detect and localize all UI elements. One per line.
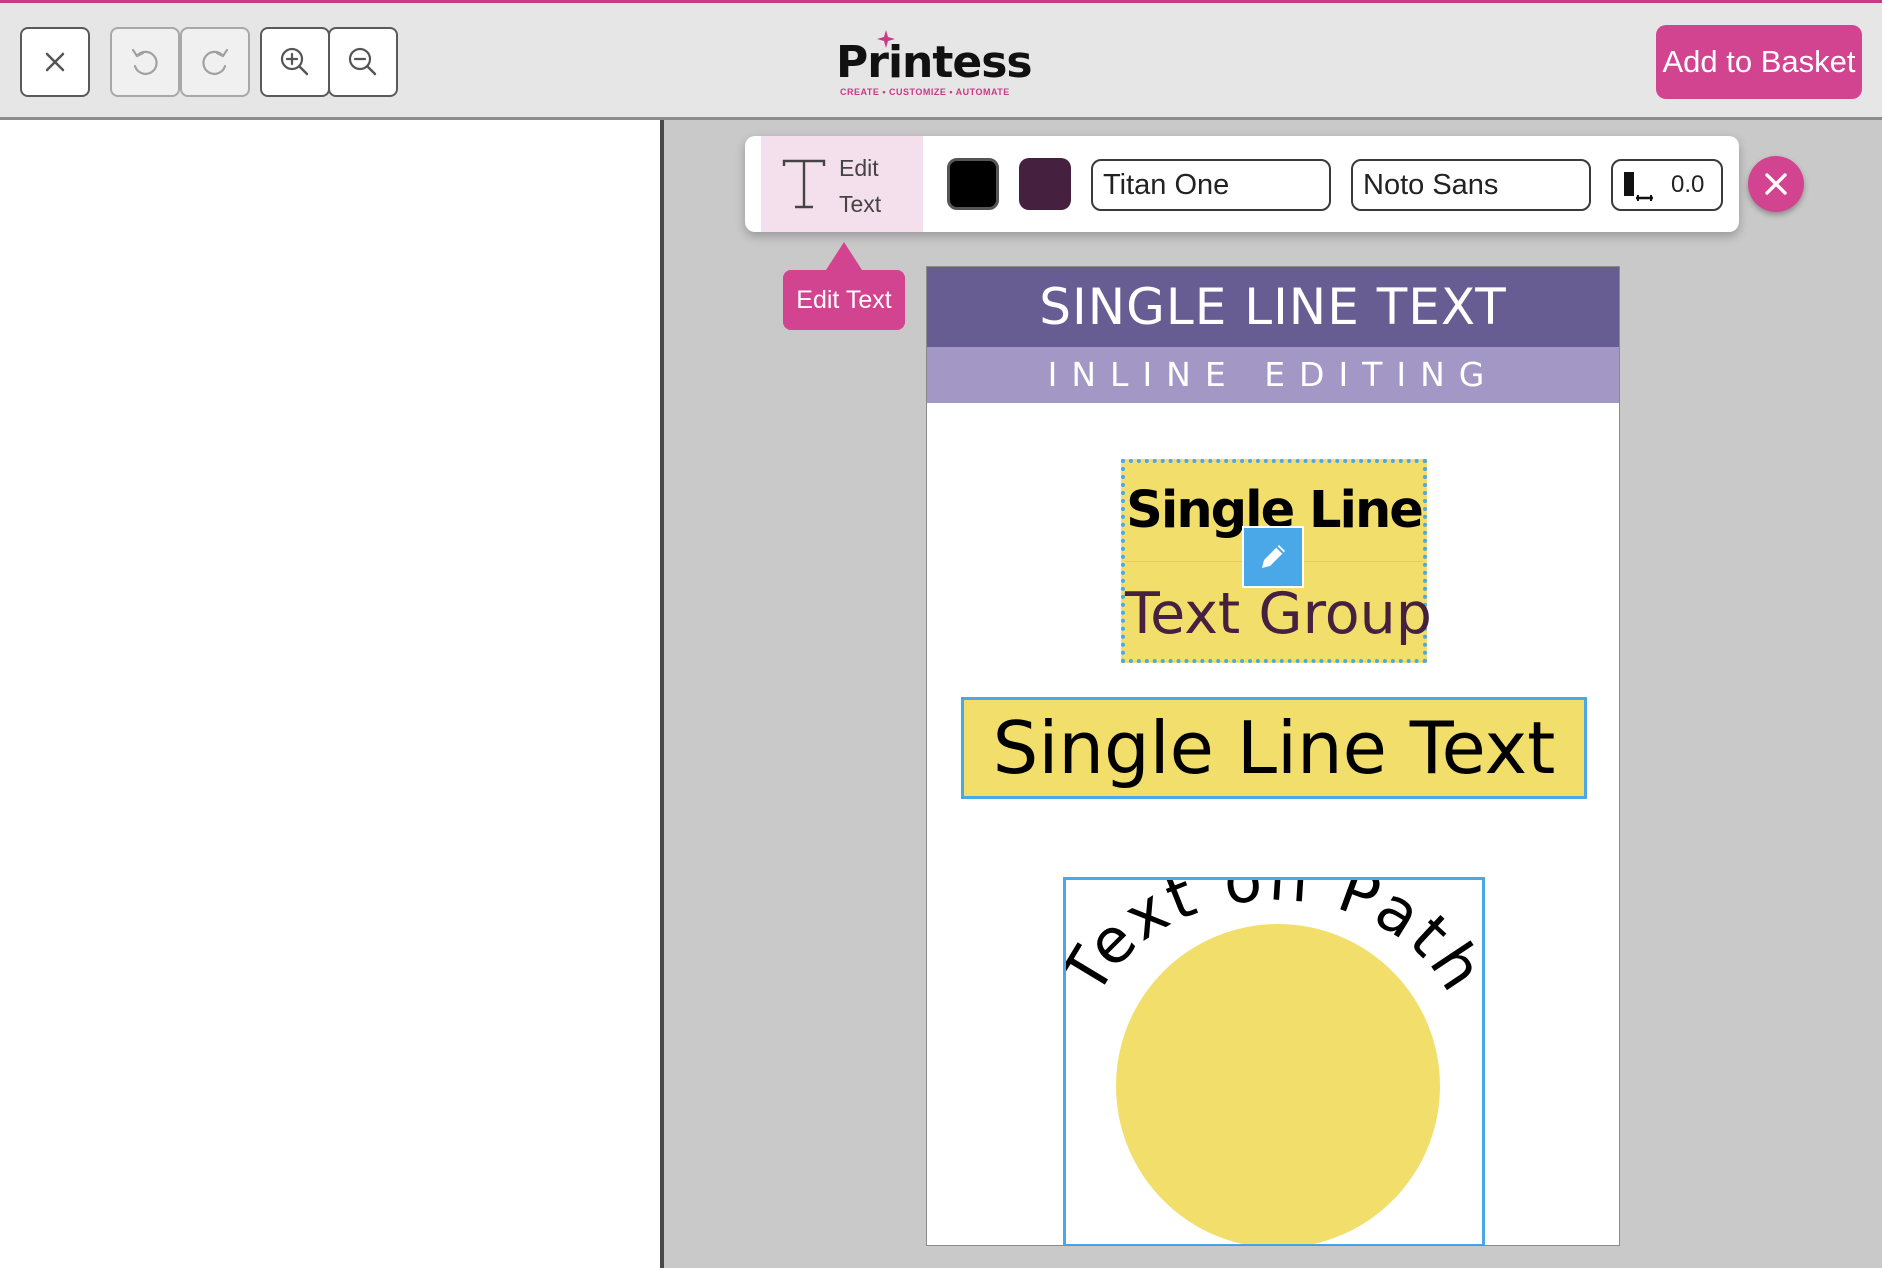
close-circle-icon: [1765, 173, 1787, 195]
pencil-icon: [1262, 545, 1285, 568]
edit-text-label-line1: Edit: [839, 155, 879, 181]
inline-edit-pencil-button[interactable]: [1242, 526, 1304, 588]
zoom-in-icon: [280, 47, 309, 76]
close-editor-button[interactable]: [20, 27, 90, 97]
top-toolbar: Printess CREATE • CUSTOMIZE • AUTOMATE A…: [0, 0, 1882, 120]
edit-text-tooltip: Edit Text: [783, 270, 905, 330]
undo-button[interactable]: [110, 27, 180, 97]
line-spacing-field[interactable]: 0.0: [1611, 159, 1723, 211]
text-toolbar: Edit Text Titan One Noto Sans 0.0: [745, 136, 1739, 232]
line-spacing-value: 0.0: [1671, 171, 1705, 198]
zoom-out-button[interactable]: [328, 27, 398, 97]
tooltip-arrow: [826, 242, 862, 270]
page-header[interactable]: SINGLE LINE TEXT: [927, 267, 1619, 347]
zoom-out-icon: [348, 47, 377, 76]
close-toolbar-button[interactable]: [1748, 156, 1804, 212]
line-spacing-icon: [1624, 172, 1653, 201]
text-on-path-graphic: Text on Path: [1066, 880, 1482, 1244]
redo-icon: [202, 48, 229, 75]
page-subheader[interactable]: INLINE EDITING: [927, 347, 1619, 403]
edit-text-label: Edit Text: [839, 150, 919, 222]
logo-tagline: CREATE • CUSTOMIZE • AUTOMATE: [840, 87, 1010, 97]
edit-text-label-line2: Text: [839, 191, 882, 217]
zoom-in-button[interactable]: [260, 27, 330, 97]
redo-button[interactable]: [180, 27, 250, 97]
text-color-swatch-2[interactable]: [1019, 158, 1071, 210]
text-t-icon: [782, 159, 826, 209]
text-group-line2[interactable]: Text Group: [1125, 581, 1432, 647]
single-line-text-frame[interactable]: Single Line Text: [961, 697, 1587, 799]
text-on-path-frame[interactable]: Text on Path: [1063, 877, 1485, 1245]
font-select-1[interactable]: Titan One: [1091, 159, 1331, 211]
logo-word: Printess: [836, 37, 1033, 88]
yellow-circle-shape: [1116, 924, 1440, 1244]
document-page: SINGLE LINE TEXT INLINE EDITING Single L…: [926, 266, 1620, 1246]
undo-icon: [131, 48, 158, 75]
add-to-basket-button[interactable]: Add to Basket: [1656, 25, 1862, 99]
printess-logo: Printess CREATE • CUSTOMIZE • AUTOMATE: [836, 29, 1033, 99]
font-select-2[interactable]: Noto Sans: [1351, 159, 1591, 211]
text-color-swatch-1[interactable]: [947, 158, 999, 210]
edit-text-button[interactable]: Edit Text: [761, 136, 923, 232]
close-icon: [45, 52, 65, 72]
left-panel: [0, 120, 660, 1268]
